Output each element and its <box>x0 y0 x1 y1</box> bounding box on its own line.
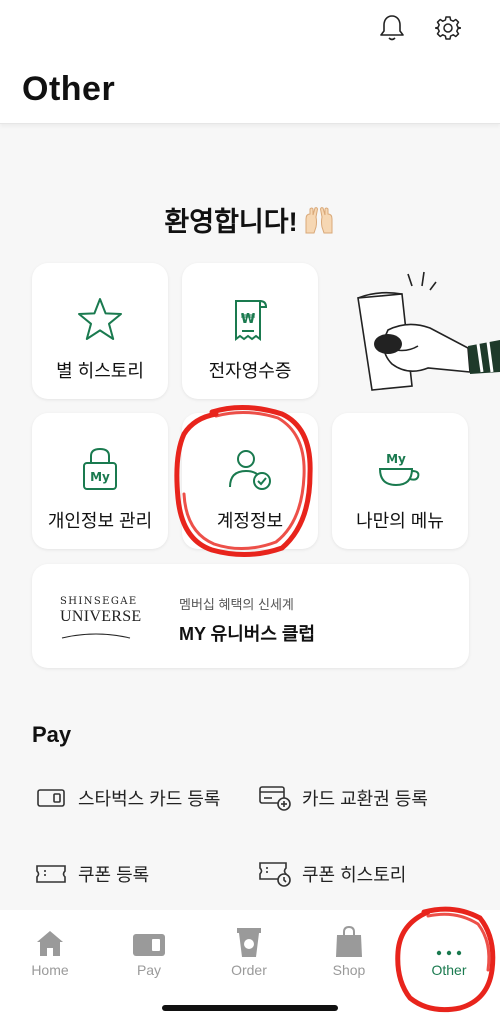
logo-line1: SHINSEGAE <box>60 596 138 607</box>
tab-label: Order <box>231 962 267 978</box>
tile-star-history[interactable]: 별 히스토리 <box>32 263 168 399</box>
coupon-history-icon <box>258 860 292 888</box>
svg-text:My: My <box>90 470 110 484</box>
home-icon <box>35 924 65 958</box>
svg-text:₩: ₩ <box>241 312 256 327</box>
tab-label: Other <box>431 962 467 978</box>
shopping-bag-icon <box>334 924 364 958</box>
tile-label: 전자영수증 <box>208 361 292 381</box>
account-check-icon <box>226 445 274 493</box>
card-add-icon <box>258 784 292 812</box>
register-card-voucher[interactable]: 카드 교환권 등록 <box>258 784 428 812</box>
tile-label: 별 히스토리 <box>56 361 144 381</box>
tab-shop[interactable]: Shop <box>309 924 389 978</box>
tab-home[interactable]: Home <box>10 924 90 978</box>
tile-privacy-management[interactable]: My 개인정보 관리 <box>32 413 168 549</box>
pay-item-label: 쿠폰 등록 <box>78 865 150 885</box>
tab-other[interactable]: Other <box>409 924 489 978</box>
tile-label: 나만의 메뉴 <box>356 511 444 531</box>
pay-item-label: 카드 교환권 등록 <box>302 789 428 809</box>
shinsegae-universe-logo: SHINSEGAE UNIVERSE <box>60 596 142 645</box>
tile-label: 계정정보 <box>216 511 284 531</box>
tab-label: Shop <box>332 962 366 978</box>
tab-order[interactable]: Order <box>209 924 289 978</box>
gear-icon[interactable] <box>432 12 464 44</box>
tile-label: 개인정보 관리 <box>47 511 153 531</box>
top-header: Other <box>0 0 500 124</box>
tab-label: Home <box>31 962 69 978</box>
more-dots-icon <box>434 924 464 958</box>
my-cup-icon: My <box>376 445 424 493</box>
coupon-icon <box>34 860 68 888</box>
tile-e-receipt[interactable]: ₩ 전자영수증 <box>182 263 318 399</box>
my-universe-club-card[interactable]: SHINSEGAE UNIVERSE 멤버십 혜택의 신세계 MY 유니버스 클… <box>32 564 469 668</box>
register-starbucks-card[interactable]: 스타벅스 카드 등록 <box>34 784 220 812</box>
welcome-text: 환영합니다! <box>164 207 298 237</box>
home-indicator <box>162 1005 338 1011</box>
cup-icon <box>235 924 263 958</box>
pay-item-label: 스타벅스 카드 등록 <box>78 789 221 809</box>
universe-title: MY 유니버스 클럽 <box>179 624 316 644</box>
tab-label: Pay <box>136 962 162 978</box>
svg-text:My: My <box>386 452 406 466</box>
universe-subtitle: 멤버십 혜택의 신세계 <box>179 597 294 612</box>
lock-my-icon: My <box>80 445 120 493</box>
bell-icon[interactable] <box>376 12 408 44</box>
raised-hands-emoji <box>302 205 336 242</box>
welcome-heading: 환영합니다! <box>0 200 500 242</box>
page-title: Other <box>22 70 116 108</box>
register-coupon[interactable]: 쿠폰 등록 <box>34 860 149 888</box>
cup-hand-illustration <box>348 268 500 400</box>
receipt-icon: ₩ <box>230 295 270 343</box>
tab-pay[interactable]: Pay <box>109 924 189 978</box>
tile-my-menu[interactable]: My 나만의 메뉴 <box>332 413 468 549</box>
logo-line2: UNIVERSE <box>60 608 142 625</box>
pay-card-icon <box>132 924 166 958</box>
tile-account-info[interactable]: 계정정보 <box>182 413 318 549</box>
card-icon <box>34 784 68 812</box>
star-icon <box>77 295 123 343</box>
coupon-history[interactable]: 쿠폰 히스토리 <box>258 860 406 888</box>
pay-item-label: 쿠폰 히스토리 <box>302 865 407 885</box>
pay-section-title: Pay <box>32 722 72 747</box>
